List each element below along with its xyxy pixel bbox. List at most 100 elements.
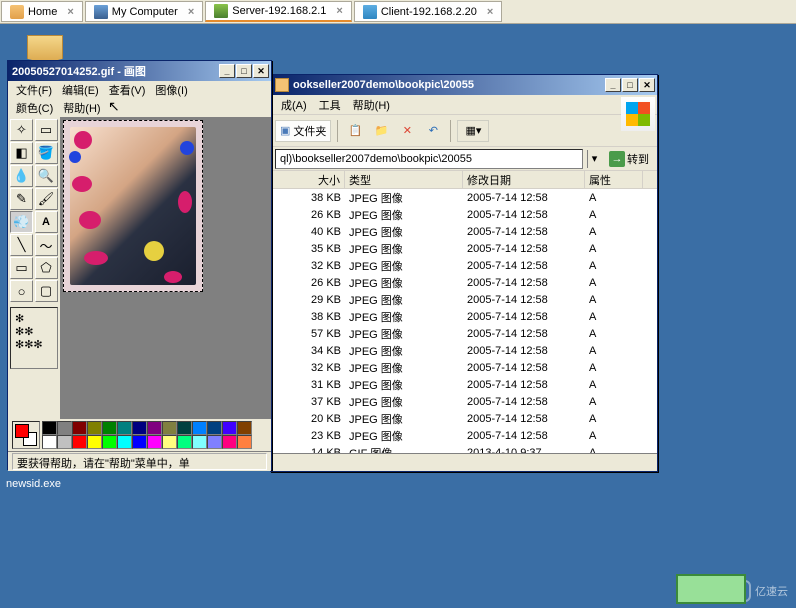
eraser-tool[interactable]: ◧ xyxy=(10,142,33,164)
desktop-file-label[interactable]: newsid.exe xyxy=(6,478,61,490)
color-swatch[interactable] xyxy=(72,435,87,449)
picker-tool[interactable]: 💧 xyxy=(10,165,33,187)
pencil-tool[interactable]: ✎ xyxy=(10,188,33,210)
zoom-tool[interactable]: 🔍 xyxy=(35,165,58,187)
color-swatch[interactable] xyxy=(87,435,102,449)
canvas[interactable] xyxy=(63,120,203,292)
color-swatch[interactable] xyxy=(72,421,87,435)
color-swatch[interactable] xyxy=(132,421,147,435)
line-tool[interactable]: ╲ xyxy=(10,234,33,256)
copy-to-icon[interactable]: 📋 xyxy=(344,120,366,142)
table-row[interactable]: 40 KBJPEG 图像2005-7-14 12:58A xyxy=(271,223,657,240)
free-select-tool[interactable]: ✧ xyxy=(10,119,33,141)
text-tool[interactable]: A xyxy=(35,211,58,233)
color-swatch[interactable] xyxy=(117,435,132,449)
col-type[interactable]: 类型 xyxy=(345,171,463,188)
tool-options[interactable]: ✻✻✻✻✻✻ xyxy=(10,307,58,369)
table-row[interactable]: 34 KBJPEG 图像2005-7-14 12:58A xyxy=(271,342,657,359)
tab-server-192-168-2-1[interactable]: Server-192.168.2.1× xyxy=(205,1,352,22)
color-swatch[interactable] xyxy=(222,435,237,449)
menu-item[interactable]: 文件(F) xyxy=(12,81,56,99)
menu-item[interactable]: 颜色(C) xyxy=(12,99,57,117)
table-row[interactable]: 38 KBJPEG 图像2005-7-14 12:58A xyxy=(271,308,657,325)
tab-close-icon[interactable]: × xyxy=(67,6,73,18)
color-swatch[interactable] xyxy=(192,421,207,435)
table-row[interactable]: 14 KBGIF 图像2013-4-10 9:37A xyxy=(271,444,657,453)
table-row[interactable]: 20 KBJPEG 图像2005-7-14 12:58A xyxy=(271,410,657,427)
rounded-rect-tool[interactable]: ▢ xyxy=(35,280,58,302)
color-swatch[interactable] xyxy=(42,421,57,435)
table-row[interactable]: 35 KBJPEG 图像2005-7-14 12:58A xyxy=(271,240,657,257)
delete-icon[interactable]: ✕ xyxy=(396,120,418,142)
airbrush-tool[interactable]: 💨 xyxy=(10,211,33,233)
canvas-area[interactable] xyxy=(60,117,271,419)
rect-tool[interactable]: ▭ xyxy=(10,257,33,279)
minimize-button[interactable]: _ xyxy=(605,78,621,92)
color-swatch[interactable] xyxy=(57,435,72,449)
tab-home[interactable]: Home× xyxy=(1,1,83,22)
menu-item[interactable]: 图像(I) xyxy=(151,81,191,99)
fill-tool[interactable]: 🪣 xyxy=(35,142,58,164)
menu-item[interactable]: 查看(V) xyxy=(105,81,150,99)
minimize-button[interactable]: _ xyxy=(219,64,235,78)
tab-close-icon[interactable]: × xyxy=(487,6,493,18)
color-swatch[interactable] xyxy=(42,435,57,449)
color-swatch[interactable] xyxy=(87,421,102,435)
rect-select-tool[interactable]: ▭ xyxy=(35,119,58,141)
maximize-button[interactable]: □ xyxy=(622,78,638,92)
color-swatch[interactable] xyxy=(177,421,192,435)
tab-close-icon[interactable]: × xyxy=(188,6,194,18)
table-row[interactable]: 38 KBJPEG 图像2005-7-14 12:58A xyxy=(271,189,657,206)
curve-tool[interactable]: ～ xyxy=(35,234,58,256)
menu-item[interactable]: 工具 xyxy=(313,95,347,115)
table-row[interactable]: 26 KBJPEG 图像2005-7-14 12:58A xyxy=(271,274,657,291)
color-swatch[interactable] xyxy=(237,435,252,449)
table-row[interactable]: 32 KBJPEG 图像2005-7-14 12:58A xyxy=(271,359,657,376)
file-list[interactable]: 大小 类型 修改日期 属性 38 KBJPEG 图像2005-7-14 12:5… xyxy=(271,171,657,453)
polygon-tool[interactable]: ⬠ xyxy=(35,257,58,279)
color-swatch[interactable] xyxy=(57,421,72,435)
address-input[interactable]: ql)\bookseller2007demo\bookpic\20055 xyxy=(275,149,583,169)
color-swatch[interactable] xyxy=(162,435,177,449)
tab-client-192-168-2-20[interactable]: Client-192.168.2.20× xyxy=(354,1,502,22)
address-dropdown[interactable]: ▾ xyxy=(587,150,601,168)
color-swatch[interactable] xyxy=(222,421,237,435)
color-swatch[interactable] xyxy=(192,435,207,449)
close-button[interactable]: ✕ xyxy=(639,78,655,92)
go-button[interactable]: → 转到 xyxy=(605,149,653,169)
maximize-button[interactable]: □ xyxy=(236,64,252,78)
table-row[interactable]: 57 KBJPEG 图像2005-7-14 12:58A xyxy=(271,325,657,342)
menu-item[interactable]: 成(A) xyxy=(275,95,313,115)
color-swatch[interactable] xyxy=(147,421,162,435)
table-row[interactable]: 29 KBJPEG 图像2005-7-14 12:58A xyxy=(271,291,657,308)
col-attr[interactable]: 属性 xyxy=(585,171,643,188)
color-swatch[interactable] xyxy=(237,421,252,435)
color-swatch[interactable] xyxy=(177,435,192,449)
color-swatch[interactable] xyxy=(132,435,147,449)
table-row[interactable]: 23 KBJPEG 图像2005-7-14 12:58A xyxy=(271,427,657,444)
undo-icon[interactable]: ↶ xyxy=(422,120,444,142)
col-date[interactable]: 修改日期 xyxy=(463,171,585,188)
ellipse-tool[interactable]: ○ xyxy=(10,280,33,302)
move-to-icon[interactable]: 📁 xyxy=(370,120,392,142)
tab-close-icon[interactable]: × xyxy=(336,5,342,17)
color-swatch[interactable] xyxy=(117,421,132,435)
color-swatch[interactable] xyxy=(162,421,177,435)
menu-item[interactable]: 帮助(H) xyxy=(347,95,396,115)
table-row[interactable]: 32 KBJPEG 图像2005-7-14 12:58A xyxy=(271,257,657,274)
tab-my-computer[interactable]: My Computer× xyxy=(85,1,203,22)
table-row[interactable]: 37 KBJPEG 图像2005-7-14 12:58A xyxy=(271,393,657,410)
paint-titlebar[interactable]: 20050527014252.gif - 画图 _ □ ✕ xyxy=(8,61,271,81)
brush-tool[interactable]: 🖌 xyxy=(35,188,58,210)
fg-bg-colors[interactable] xyxy=(12,421,40,449)
views-icon[interactable]: ▦▾ xyxy=(457,120,489,142)
menu-item[interactable]: 帮助(H) xyxy=(59,99,104,117)
table-row[interactable]: 31 KBJPEG 图像2005-7-14 12:58A xyxy=(271,376,657,393)
col-size[interactable]: 大小 xyxy=(271,171,345,188)
menu-item[interactable]: 编辑(E) xyxy=(58,81,103,99)
color-swatch[interactable] xyxy=(102,435,117,449)
color-swatch[interactable] xyxy=(207,421,222,435)
color-swatch[interactable] xyxy=(147,435,162,449)
color-swatch[interactable] xyxy=(102,421,117,435)
color-swatch[interactable] xyxy=(207,435,222,449)
